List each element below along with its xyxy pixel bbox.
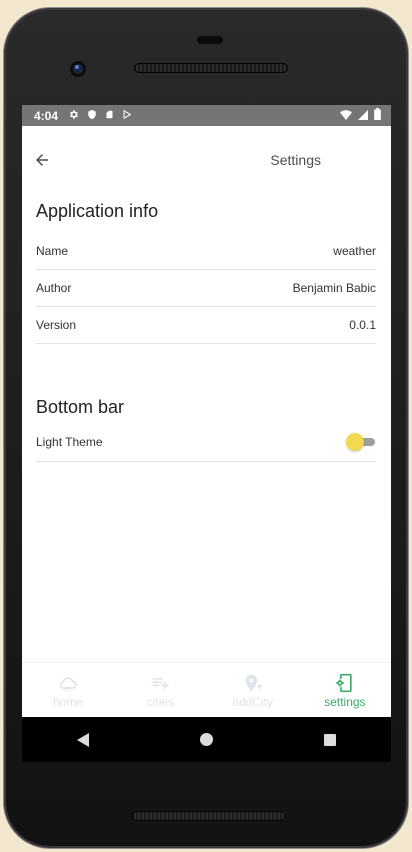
- back-button[interactable]: [30, 148, 54, 172]
- cloud-icon: [59, 677, 77, 692]
- nav-label: settings: [324, 695, 366, 709]
- nav-label: addCity: [232, 695, 273, 709]
- playlist-add-icon: [152, 678, 169, 689]
- bottom-bar-heading: Bottom bar: [36, 397, 125, 417]
- nav-label: cities: [146, 695, 175, 709]
- nav-item-home[interactable]: home: [22, 663, 114, 717]
- info-label: Name: [36, 244, 69, 258]
- page-title: Settings: [270, 152, 321, 168]
- switch-thumb: [346, 433, 364, 451]
- application-info-list: Name weather Author Benjamin Babic Versi…: [36, 233, 376, 344]
- app-screen: 4:04 Settings Application info Name weat…: [22, 105, 391, 717]
- info-row-name: Name weather: [36, 233, 376, 270]
- info-row-author: Author Benjamin Babic: [36, 270, 376, 307]
- status-right-icons: [340, 108, 381, 123]
- phone-settings-icon: [336, 673, 352, 693]
- info-value: 0.0.1: [349, 318, 376, 332]
- application-info-heading: Application info: [36, 201, 159, 221]
- gear-icon: [68, 109, 79, 123]
- bottom-navigation: home cities addCity settings: [22, 662, 391, 717]
- location-add-icon: [245, 674, 262, 692]
- app-bar: Settings: [22, 126, 391, 191]
- front-camera: [70, 61, 86, 77]
- info-value: weather: [333, 244, 376, 258]
- wifi-icon: [340, 109, 352, 123]
- status-bar: 4:04: [22, 105, 391, 126]
- info-label: Author: [36, 281, 72, 295]
- top-speaker-grille: [134, 63, 288, 73]
- earpiece: [197, 36, 223, 44]
- nav-item-addcity[interactable]: addCity: [207, 663, 299, 717]
- light-theme-switch[interactable]: [346, 433, 376, 451]
- info-row-version: Version 0.0.1: [36, 307, 376, 344]
- bottom-bar-settings: Light Theme: [36, 423, 376, 462]
- arrow-left-icon: [36, 154, 48, 166]
- nav-item-cities[interactable]: cities: [114, 663, 206, 717]
- system-back-button[interactable]: [77, 732, 90, 747]
- shield-icon: [87, 109, 97, 123]
- sdcard-icon: [105, 109, 114, 123]
- system-home-button[interactable]: [199, 733, 213, 746]
- battery-icon: [374, 108, 381, 123]
- bottom-speaker-grille: [132, 811, 286, 821]
- play-store-icon: [122, 109, 132, 123]
- nav-label: home: [53, 695, 84, 709]
- info-label: Version: [36, 318, 77, 332]
- bottom-bar-section: Bottom bar Light Theme: [22, 397, 391, 462]
- light-theme-label: Light Theme: [36, 435, 103, 449]
- info-value: Benjamin Babic: [292, 281, 376, 295]
- light-theme-row: Light Theme: [36, 423, 376, 462]
- android-navigation-bar: [22, 717, 391, 762]
- nav-item-settings[interactable]: settings: [299, 663, 391, 717]
- status-time: 4:04: [34, 108, 59, 123]
- signal-icon: [358, 109, 368, 123]
- system-recents-button[interactable]: [323, 733, 336, 746]
